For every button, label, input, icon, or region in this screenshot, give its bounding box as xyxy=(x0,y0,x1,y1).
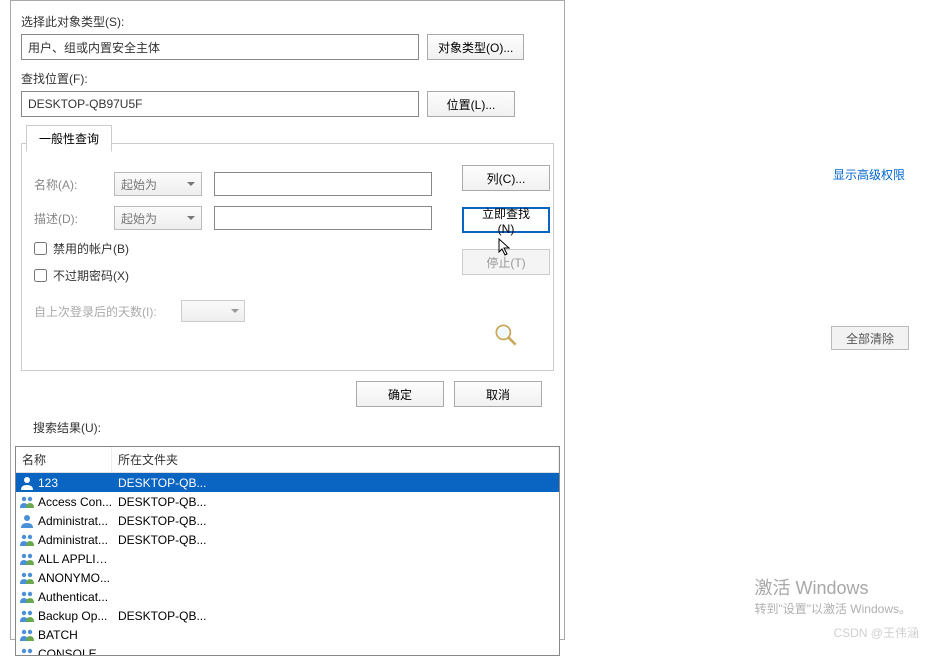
activate-windows-notice: 激活 Windows 转到"设置"以激活 Windows。 xyxy=(754,574,911,617)
user-icon xyxy=(19,475,35,491)
result-row[interactable]: Backup Op...DESKTOP-QB... xyxy=(16,606,559,625)
object-type-field[interactable]: 用户、组或内置安全主体 xyxy=(21,34,419,60)
find-now-button[interactable]: 立即查找(N) xyxy=(462,207,550,233)
group-icon xyxy=(19,646,35,656)
search-icon xyxy=(492,321,520,349)
column-name[interactable]: 名称 xyxy=(16,447,112,472)
result-name: CONSOLE ... xyxy=(38,647,114,656)
result-name: Access Con... xyxy=(38,495,114,509)
group-icon xyxy=(19,551,35,567)
result-name: Authenticat... xyxy=(38,590,114,604)
name-label: 名称(A): xyxy=(34,176,102,193)
result-row[interactable]: Administrat...DESKTOP-QB... xyxy=(16,511,559,530)
result-folder: DESKTOP-QB... xyxy=(114,533,559,547)
description-input[interactable] xyxy=(214,206,432,230)
group-icon xyxy=(19,608,35,624)
description-match-combo[interactable]: 起始为 xyxy=(114,206,202,230)
days-since-login-label: 自上次登录后的天数(I): xyxy=(34,303,157,320)
clear-all-button[interactable]: 全部清除 xyxy=(831,326,909,350)
result-name: Administrat... xyxy=(38,514,114,528)
result-row[interactable]: CONSOLE ... xyxy=(16,644,559,656)
locations-button[interactable]: 位置(L)... xyxy=(427,91,515,117)
results-header[interactable]: 名称 所在文件夹 xyxy=(16,447,559,473)
activate-subtitle: 转到"设置"以激活 Windows。 xyxy=(754,600,911,617)
name-match-combo[interactable]: 起始为 xyxy=(114,172,202,196)
group-icon xyxy=(19,589,35,605)
result-name: Backup Op... xyxy=(38,609,114,623)
search-results-list[interactable]: 名称 所在文件夹 123DESKTOP-QB...Access Con...DE… xyxy=(15,446,560,656)
column-folder[interactable]: 所在文件夹 xyxy=(112,447,559,472)
days-since-login-combo[interactable] xyxy=(181,300,245,322)
result-row[interactable]: Access Con...DESKTOP-QB... xyxy=(16,492,559,511)
csdn-watermark: CSDN @王伟涵 xyxy=(833,624,919,641)
result-folder: DESKTOP-QB... xyxy=(114,514,559,528)
result-row[interactable]: BATCH xyxy=(16,625,559,644)
result-folder: DESKTOP-QB... xyxy=(114,495,559,509)
result-row[interactable]: 123DESKTOP-QB... xyxy=(16,473,559,492)
select-user-dialog: 选择此对象类型(S): 用户、组或内置安全主体 对象类型(O)... 查找位置(… xyxy=(10,0,565,640)
location-label: 查找位置(F): xyxy=(21,70,554,87)
group-icon xyxy=(19,494,35,510)
show-advanced-permissions-link[interactable]: 显示高级权限 xyxy=(833,166,905,183)
result-name: 123 xyxy=(38,476,114,490)
name-input[interactable] xyxy=(214,172,432,196)
result-folder: DESKTOP-QB... xyxy=(114,476,559,490)
non-expiring-password-check[interactable] xyxy=(34,269,47,282)
general-query-tab[interactable]: 一般性查询 xyxy=(26,125,112,152)
group-icon xyxy=(19,532,35,548)
result-row[interactable]: Authenticat... xyxy=(16,587,559,606)
result-name: ANONYMO... xyxy=(38,571,114,585)
result-name: ALL APPLIC... xyxy=(38,552,114,566)
search-results-label: 搜索结果(U): xyxy=(21,413,554,440)
result-name: BATCH xyxy=(38,628,114,642)
object-type-label: 选择此对象类型(S): xyxy=(21,13,554,30)
result-name: Administrat... xyxy=(38,533,114,547)
user-icon xyxy=(19,513,35,529)
cancel-button[interactable]: 取消 xyxy=(454,381,542,407)
stop-button: 停止(T) xyxy=(462,249,550,275)
result-row[interactable]: ALL APPLIC... xyxy=(16,549,559,568)
group-icon xyxy=(19,627,35,643)
result-folder: DESKTOP-QB... xyxy=(114,609,559,623)
activate-title: 激活 Windows xyxy=(754,574,911,600)
background-panel: 显示高级权限 全部清除 激活 Windows 转到"设置"以激活 Windows… xyxy=(573,0,933,647)
columns-button[interactable]: 列(C)... xyxy=(462,165,550,191)
location-field[interactable]: DESKTOP-QB97U5F xyxy=(21,91,419,117)
disabled-accounts-check[interactable] xyxy=(34,242,47,255)
result-row[interactable]: Administrat...DESKTOP-QB... xyxy=(16,530,559,549)
ok-button[interactable]: 确定 xyxy=(356,381,444,407)
group-icon xyxy=(19,570,35,586)
result-row[interactable]: ANONYMO... xyxy=(16,568,559,587)
object-types-button[interactable]: 对象类型(O)... xyxy=(427,34,524,60)
description-label: 描述(D): xyxy=(34,210,102,227)
